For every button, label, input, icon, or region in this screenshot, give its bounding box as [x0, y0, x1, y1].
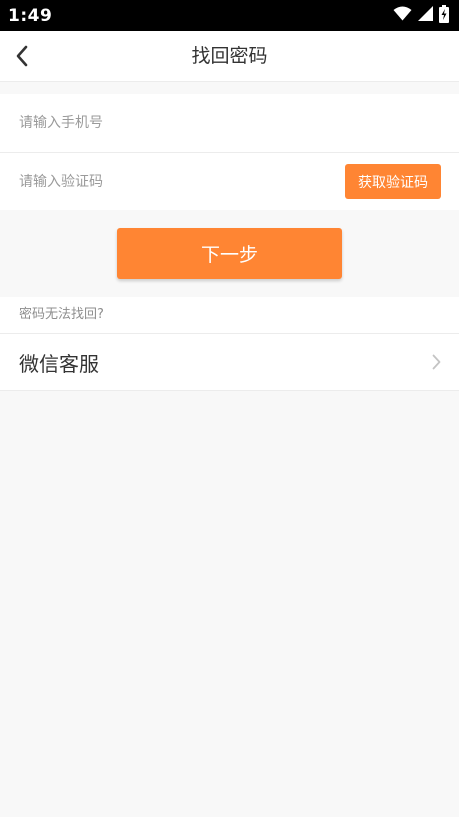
page-title: 找回密码 [191, 45, 268, 67]
cannot-recover-hint: 密码无法找回? [0, 297, 459, 334]
status-icons [393, 4, 449, 27]
help-section: 密码无法找回? 微信客服 [0, 297, 459, 391]
phone-input[interactable] [19, 108, 440, 138]
code-row: 获取验证码 [0, 152, 459, 210]
wechat-service-item[interactable]: 微信客服 [0, 334, 459, 391]
wechat-service-label: 微信客服 [19, 351, 99, 376]
wifi-icon [393, 6, 412, 25]
next-step-button[interactable]: 下一步 [117, 228, 342, 279]
screen: 1:49 找回密码 请输入手机号 请输入验证码 获取验证码 下一步 密码无法找回… [0, 0, 459, 817]
signal-icon [418, 6, 433, 25]
battery-charging-icon [439, 4, 449, 27]
next-button-wrap: 下一步 [0, 228, 459, 279]
verification-code-input[interactable] [19, 166, 345, 197]
recovery-form: 获取验证码 [0, 94, 459, 210]
status-bar: 1:49 [0, 0, 459, 31]
chevron-right-icon [432, 354, 441, 370]
phone-row [0, 94, 459, 152]
status-time: 1:49 [8, 5, 53, 26]
app-header: 找回密码 [0, 31, 459, 82]
get-code-button[interactable]: 获取验证码 [345, 164, 441, 199]
